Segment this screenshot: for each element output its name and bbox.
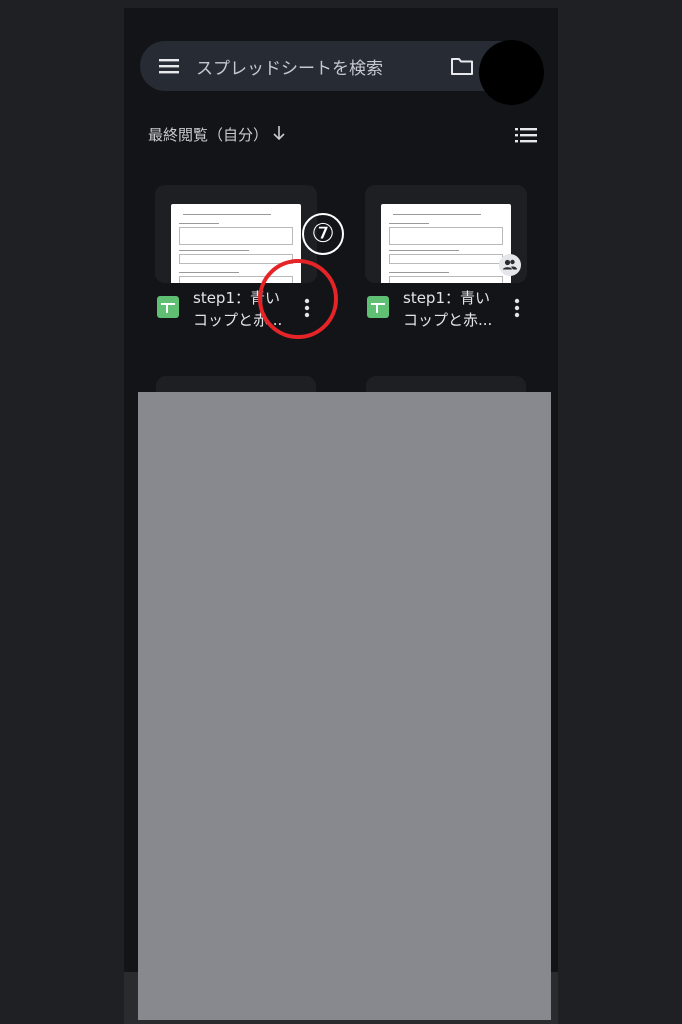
- shared-people-icon: [499, 254, 521, 276]
- menu-icon[interactable]: [158, 56, 180, 76]
- highlight-circle: [258, 259, 338, 339]
- more-options-icon[interactable]: [511, 298, 523, 318]
- account-avatar[interactable]: [479, 40, 544, 105]
- sheets-file-icon: [367, 296, 389, 318]
- search-input[interactable]: スプレッドシートを検索: [196, 54, 383, 79]
- redaction-overlay: [138, 392, 551, 1020]
- list-view-icon[interactable]: [515, 127, 537, 143]
- arrow-down-icon[interactable]: [272, 125, 286, 141]
- document-preview: [381, 204, 511, 283]
- file-thumbnail[interactable]: [365, 185, 527, 283]
- step-number-label: ⑦: [302, 213, 344, 255]
- sort-label[interactable]: 最終閲覧（自分）: [148, 124, 268, 145]
- sheets-file-icon: [157, 296, 179, 318]
- file-title[interactable]: step1：青い コップと赤...: [403, 287, 503, 331]
- folder-icon[interactable]: [450, 55, 474, 77]
- file-card[interactable]: step1：青い コップと赤...: [365, 185, 527, 340]
